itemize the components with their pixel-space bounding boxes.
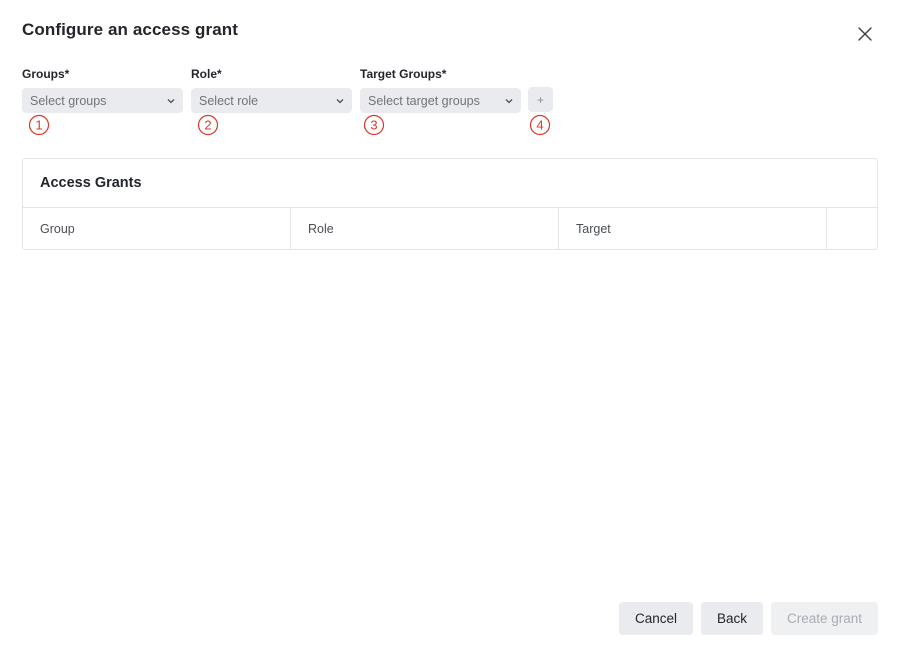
- target-groups-select-placeholder: Select target groups: [368, 93, 480, 108]
- close-button[interactable]: [854, 23, 876, 45]
- groups-label: Groups*: [22, 67, 70, 81]
- dialog-title: Configure an access grant: [22, 20, 239, 39]
- column-header-role: Role: [291, 208, 559, 249]
- svg-text:2: 2: [204, 118, 211, 133]
- svg-text:1: 1: [35, 118, 42, 133]
- access-grants-title: Access Grants: [23, 159, 877, 208]
- annotation-marker-1: 1: [27, 113, 51, 137]
- create-grant-button[interactable]: Create grant: [771, 602, 878, 635]
- cancel-button[interactable]: Cancel: [619, 602, 693, 635]
- role-label: Role*: [191, 67, 222, 81]
- column-header-target: Target: [559, 208, 827, 249]
- chevron-down-icon: [336, 98, 344, 104]
- role-select-placeholder: Select role: [199, 93, 259, 108]
- back-button[interactable]: Back: [701, 602, 763, 635]
- column-header-group: Group: [23, 208, 291, 249]
- target-groups-label: Target Groups*: [360, 67, 447, 81]
- access-grants-table: Access Grants Group Role Target: [22, 158, 878, 250]
- target-groups-field: Target Groups* Select target groups: [360, 66, 521, 113]
- role-select[interactable]: Select role: [191, 88, 352, 113]
- groups-select-placeholder: Select groups: [30, 93, 107, 108]
- groups-field: Groups* Select groups: [22, 66, 183, 113]
- svg-text:3: 3: [370, 118, 377, 133]
- chevron-down-icon: [167, 98, 175, 104]
- column-header-actions: [827, 208, 877, 249]
- annotation-marker-2: 2: [196, 113, 220, 137]
- target-groups-select[interactable]: Select target groups: [360, 88, 521, 113]
- annotation-marker-4: 4: [528, 113, 552, 137]
- table-header-row: Group Role Target: [23, 208, 877, 249]
- close-icon: [858, 27, 872, 41]
- groups-select[interactable]: Select groups: [22, 88, 183, 113]
- svg-text:4: 4: [536, 118, 543, 133]
- add-grant-button[interactable]: +: [528, 87, 553, 112]
- annotation-marker-3: 3: [362, 113, 386, 137]
- role-field: Role* Select role: [191, 66, 352, 113]
- chevron-down-icon: [505, 98, 513, 104]
